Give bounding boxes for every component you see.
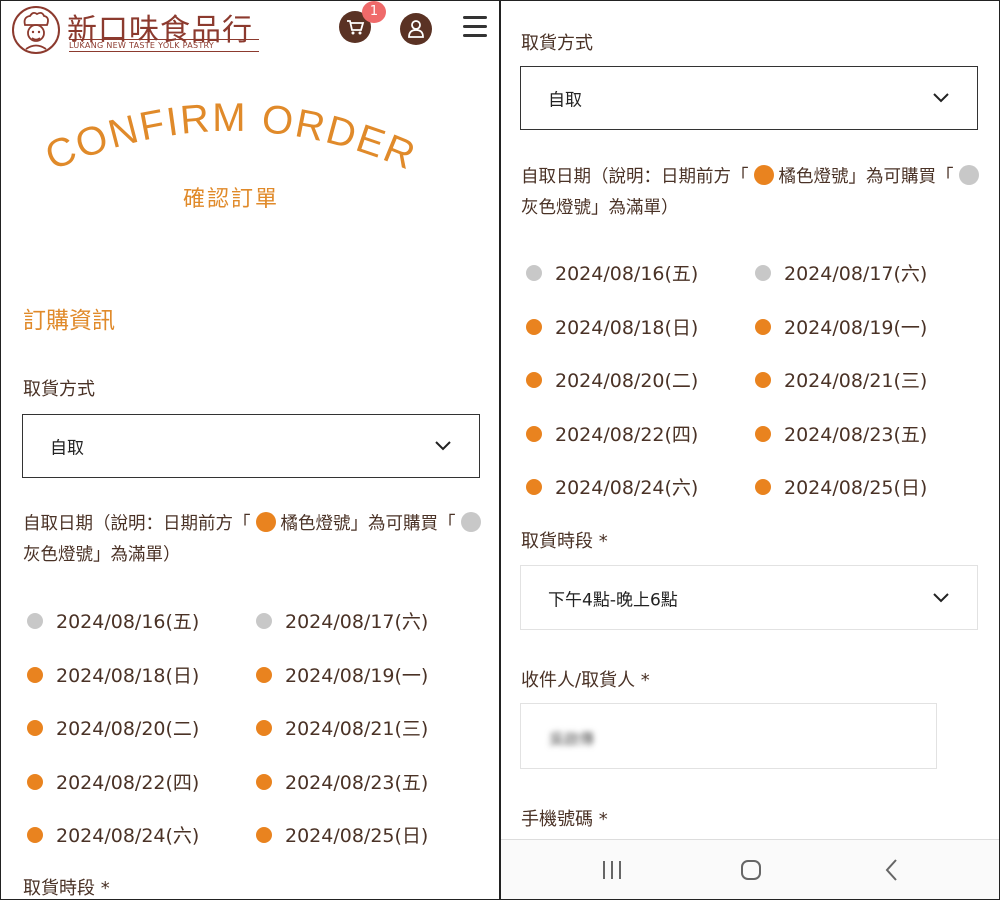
date-option-label: 2024/08/23(五) xyxy=(285,771,429,794)
date-note-pre: 自取日期（說明：日期前方「 xyxy=(521,167,749,187)
available-light-icon xyxy=(256,666,272,683)
home-icon[interactable] xyxy=(739,858,763,882)
chevron-down-icon xyxy=(933,592,949,602)
available-light-icon xyxy=(526,479,542,495)
available-light-icon xyxy=(27,773,43,790)
available-light-icon xyxy=(755,425,771,442)
gray-light-icon xyxy=(958,165,979,185)
cart-count-badge: 1 xyxy=(362,1,386,23)
date-option-label: 2024/08/21(三) xyxy=(784,370,928,392)
recent-apps-icon[interactable] xyxy=(600,858,624,882)
phone-label: 手機號碼 * xyxy=(521,809,608,830)
date-option-label: 2024/08/16(五) xyxy=(56,611,200,633)
time-slot-label: 取貨時段 * xyxy=(521,531,608,552)
pickup-method-value: 自取 xyxy=(548,90,582,111)
left-screenshot-panel: 新口味食品行 LUKANG NEW TASTE YOLK PASTRY 1 CO… xyxy=(0,0,500,900)
user-button[interactable] xyxy=(400,13,432,45)
available-light-icon xyxy=(755,372,771,388)
available-light-icon xyxy=(256,720,272,736)
date-option-label: 2024/08/19(一) xyxy=(285,664,429,687)
page-subtitle: 確認訂單 xyxy=(182,187,279,212)
full-light-icon xyxy=(256,613,272,629)
date-note-gray: 灰色燈號」為滿單） xyxy=(521,198,679,218)
available-light-icon xyxy=(755,318,771,335)
available-light-icon xyxy=(27,666,43,683)
back-icon[interactable] xyxy=(881,858,905,882)
pickup-method-value: 自取 xyxy=(50,438,84,459)
available-light-icon xyxy=(256,773,272,790)
date-option-label: 2024/08/22(四) xyxy=(555,423,699,446)
date-option-label: 2024/08/17(六) xyxy=(784,263,928,285)
date-option-label: 2024/08/18(日) xyxy=(56,664,200,687)
pickup-method-select[interactable]: 自取 xyxy=(22,414,480,478)
date-option-label: 2024/08/20(二) xyxy=(555,370,699,392)
date-option-label: 2024/08/18(日) xyxy=(555,316,699,339)
recipient-value: 吳啟傳 xyxy=(549,730,595,748)
recipient-label: 收件人/取貨人 * xyxy=(521,670,650,691)
date-option-label: 2024/08/19(一) xyxy=(784,316,928,339)
available-light-icon xyxy=(256,827,272,843)
date-note-orange: 橘色燈號」為可購買「 xyxy=(778,167,954,187)
orange-light-icon xyxy=(255,512,276,532)
orange-light-icon xyxy=(753,165,774,185)
date-option-label: 2024/08/25(日) xyxy=(784,477,928,499)
available-light-icon xyxy=(526,372,542,388)
chevron-down-icon xyxy=(933,93,949,103)
right-screenshot-panel: 取貨方式 自取 自取日期（說明：日期前方「 橘色燈號」為可購買「灰色燈號」為滿單）… xyxy=(500,0,1000,900)
chevron-down-icon xyxy=(435,441,451,451)
date-option-label: 2024/08/22(四) xyxy=(56,771,200,794)
date-note-orange: 橘色燈號」為可購買「 xyxy=(280,514,456,534)
date-option-label: 2024/08/16(五) xyxy=(555,263,699,285)
brand-divider-bottom xyxy=(69,51,259,52)
time-slot-value: 下午4點-晚上6點 xyxy=(548,590,678,610)
brand-divider-top xyxy=(69,39,259,40)
available-light-icon xyxy=(755,479,771,495)
site-header: 新口味食品行 LUKANG NEW TASTE YOLK PASTRY 1 xyxy=(1,1,499,59)
pickup-date-note: 自取日期（說明：日期前方「 橘色燈號」為可購買「灰色燈號」為滿單） xyxy=(521,162,991,224)
date-option-label: 2024/08/20(二) xyxy=(56,718,200,740)
recipient-input[interactable]: 吳啟傳 xyxy=(520,703,937,769)
date-option-label: 2024/08/24(六) xyxy=(555,477,699,499)
section-title: 訂購資訊 xyxy=(23,308,115,334)
available-light-icon xyxy=(526,318,542,335)
full-light-icon xyxy=(755,265,771,281)
pickup-method-label: 取貨方式 xyxy=(23,379,95,400)
brand-subname: LUKANG NEW TASTE YOLK PASTRY xyxy=(69,41,215,50)
chef-logo-icon[interactable] xyxy=(11,5,61,55)
available-light-icon xyxy=(27,720,43,736)
pickup-method-select[interactable]: 自取 xyxy=(520,66,978,130)
time-slot-select[interactable]: 下午4點-晚上6點 xyxy=(520,565,978,630)
available-light-icon xyxy=(27,827,43,843)
full-light-icon xyxy=(526,265,542,281)
date-option-label: 2024/08/24(六) xyxy=(56,825,200,847)
pickup-method-label: 取貨方式 xyxy=(521,33,593,54)
date-option-label: 2024/08/17(六) xyxy=(285,611,429,633)
date-option-label: 2024/08/23(五) xyxy=(784,423,928,446)
date-note-pre: 自取日期（說明：日期前方「 xyxy=(23,514,251,534)
user-icon xyxy=(408,20,424,38)
date-option-label: 2024/08/21(三) xyxy=(285,718,429,740)
full-light-icon xyxy=(27,613,43,629)
page-title: CONFIRM ORDER xyxy=(39,96,423,179)
hamburger-menu-icon[interactable] xyxy=(463,16,487,38)
pickup-date-note: 自取日期（說明：日期前方「 橘色燈號」為可購買「灰色燈號」為滿單） xyxy=(23,509,493,571)
page-title-text: CONFIRM ORDER xyxy=(39,96,421,179)
available-light-icon xyxy=(526,425,542,442)
android-nav-bar xyxy=(501,839,999,899)
time-slot-label: 取貨時段 * xyxy=(23,878,110,899)
date-option-label: 2024/08/25(日) xyxy=(285,825,429,847)
gray-light-icon xyxy=(460,512,481,532)
svg-text:CONFIRM ORDER: CONFIRM ORDER xyxy=(39,96,423,179)
date-note-gray: 灰色燈號」為滿單） xyxy=(23,545,181,565)
